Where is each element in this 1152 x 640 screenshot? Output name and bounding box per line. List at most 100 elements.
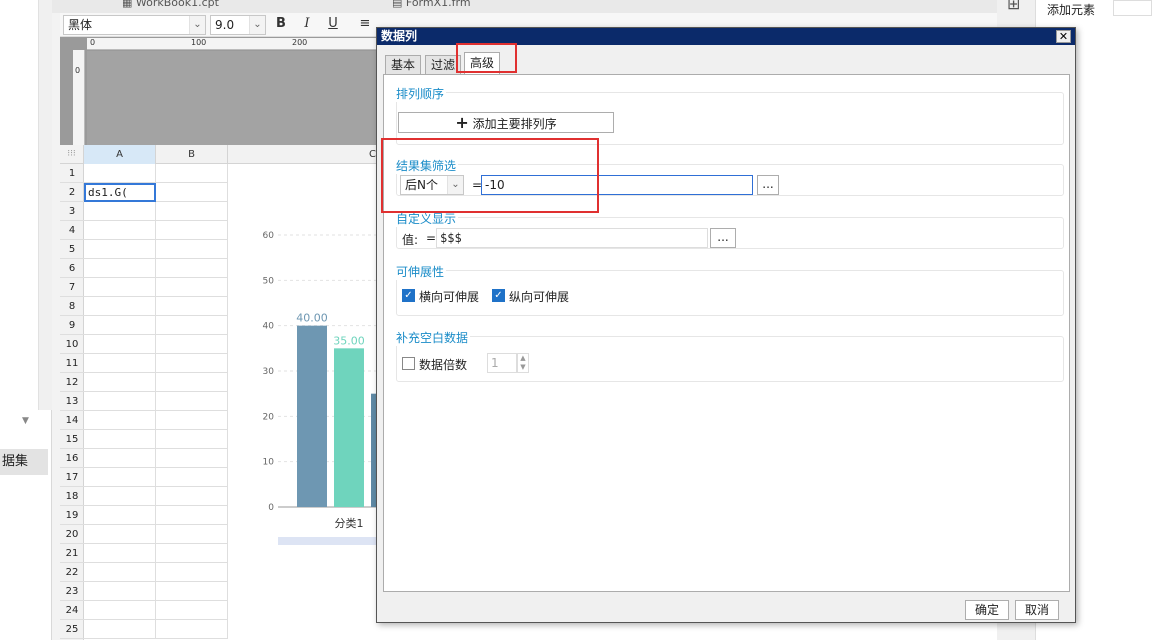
grid-cells[interactable] <box>84 164 228 640</box>
grid-cell[interactable] <box>156 373 228 392</box>
grid-cell[interactable] <box>84 278 156 297</box>
grid-cell[interactable] <box>156 316 228 335</box>
column-header-a[interactable]: A <box>84 145 156 164</box>
ok-button[interactable]: 确定 <box>965 600 1009 620</box>
underline-button[interactable]: U <box>324 15 342 33</box>
grid-cell[interactable] <box>156 449 228 468</box>
grid-cell[interactable] <box>84 297 156 316</box>
grid-cell[interactable] <box>84 164 156 183</box>
grid-cell[interactable] <box>156 202 228 221</box>
grid-cell[interactable] <box>156 392 228 411</box>
layout-grid-icon[interactable]: ⊞ <box>1007 0 1020 13</box>
italic-button[interactable]: I <box>298 15 316 33</box>
row-header-8[interactable]: 8 <box>60 297 84 316</box>
custom-value-input[interactable]: $$$ <box>436 228 708 248</box>
grid-cell[interactable] <box>84 468 156 487</box>
grid-cell[interactable] <box>156 582 228 601</box>
cancel-button[interactable]: 取消 <box>1015 600 1059 620</box>
grid-cell[interactable] <box>156 297 228 316</box>
row-header-18[interactable]: 18 <box>60 487 84 506</box>
grid-cell[interactable] <box>156 221 228 240</box>
row-header-3[interactable]: 3 <box>60 202 84 221</box>
custom-more-button[interactable]: ... <box>710 228 736 248</box>
font-family-select[interactable]: 黑体 ⌄ <box>63 15 206 35</box>
grid-cell[interactable] <box>84 620 156 639</box>
grid-cell[interactable] <box>84 582 156 601</box>
row-header-15[interactable]: 15 <box>60 430 84 449</box>
grid-cell[interactable] <box>84 487 156 506</box>
row-header-22[interactable]: 22 <box>60 563 84 582</box>
grid-cell[interactable] <box>84 259 156 278</box>
grid-cell[interactable] <box>84 316 156 335</box>
grid-cell[interactable] <box>84 601 156 620</box>
filter-more-button[interactable]: ... <box>757 175 779 195</box>
row-header-20[interactable]: 20 <box>60 525 84 544</box>
row-header-19[interactable]: 19 <box>60 506 84 525</box>
row-header-24[interactable]: 24 <box>60 601 84 620</box>
grid-cell[interactable] <box>156 240 228 259</box>
grid-cell[interactable] <box>156 544 228 563</box>
row-header-25[interactable]: 25 <box>60 620 84 639</box>
grid-cell[interactable] <box>84 525 156 544</box>
grid-cell[interactable] <box>84 335 156 354</box>
bar-chart[interactable]: 010203040506040.0035.002分类1 <box>228 165 378 555</box>
add-sort-button[interactable]: + 添加主要排列序 <box>398 112 614 133</box>
grid-cell[interactable] <box>84 392 156 411</box>
file-tab-workbook[interactable]: ▦ WorkBook1.cpt <box>122 0 219 12</box>
row-header-10[interactable]: 10 <box>60 335 84 354</box>
row-header-11[interactable]: 11 <box>60 354 84 373</box>
grid-cell[interactable] <box>156 259 228 278</box>
row-header-23[interactable]: 23 <box>60 582 84 601</box>
grid-cell[interactable] <box>84 221 156 240</box>
grid-cell[interactable] <box>156 601 228 620</box>
grid-cell[interactable] <box>84 544 156 563</box>
grid-cell[interactable] <box>84 411 156 430</box>
grid-cell[interactable] <box>156 183 228 202</box>
row-header-12[interactable]: 12 <box>60 373 84 392</box>
close-icon[interactable]: ✕ <box>1056 30 1071 43</box>
grid-cell[interactable] <box>156 278 228 297</box>
grid-cell[interactable] <box>156 506 228 525</box>
horizontal-expand-checkbox[interactable]: ✓ <box>402 289 415 302</box>
row-header-14[interactable]: 14 <box>60 411 84 430</box>
left-pane-scrollbar[interactable] <box>38 0 52 410</box>
row-header-16[interactable]: 16 <box>60 449 84 468</box>
grid-cell[interactable] <box>156 164 228 183</box>
data-multiple-checkbox[interactable] <box>402 357 415 370</box>
bold-button[interactable]: B <box>272 15 290 33</box>
vertical-expand-checkbox[interactable]: ✓ <box>492 289 505 302</box>
row-header-4[interactable]: 4 <box>60 221 84 240</box>
grid-cell[interactable] <box>156 468 228 487</box>
data-multiple-input[interactable]: 1 <box>487 353 517 373</box>
row-header-5[interactable]: 5 <box>60 240 84 259</box>
grid-cell[interactable] <box>84 240 156 259</box>
row-header-9[interactable]: 9 <box>60 316 84 335</box>
grid-cell[interactable] <box>156 563 228 582</box>
select-all-icon[interactable]: ⁝⁝⁝ <box>60 145 84 164</box>
tab-basic[interactable]: 基本 <box>385 55 422 75</box>
chevron-down-icon[interactable]: ▼ <box>22 416 29 426</box>
row-header-1[interactable]: 1 <box>60 164 84 183</box>
grid-cell[interactable] <box>84 354 156 373</box>
grid-cell[interactable] <box>156 620 228 639</box>
grid-cell[interactable] <box>84 449 156 468</box>
grid-cell[interactable] <box>84 506 156 525</box>
row-header-13[interactable]: 13 <box>60 392 84 411</box>
font-size-select[interactable]: 9.0 ⌄ <box>210 15 266 35</box>
grid-cell[interactable] <box>156 525 228 544</box>
row-header-7[interactable]: 7 <box>60 278 84 297</box>
column-header-b[interactable]: B <box>156 145 228 164</box>
align-left-icon[interactable]: ≡ <box>356 15 374 33</box>
grid-cell[interactable] <box>156 430 228 449</box>
grid-cell[interactable] <box>156 354 228 373</box>
grid-cell[interactable] <box>84 563 156 582</box>
row-header-21[interactable]: 21 <box>60 544 84 563</box>
grid-cell[interactable] <box>156 335 228 354</box>
cell-a2[interactable]: ds1.G( <box>84 183 156 202</box>
row-header-6[interactable]: 6 <box>60 259 84 278</box>
row-header-17[interactable]: 17 <box>60 468 84 487</box>
grid-cell[interactable] <box>156 411 228 430</box>
spinner-icon[interactable]: ▲ ▼ <box>517 353 529 373</box>
row-header-2[interactable]: 2 <box>60 183 84 202</box>
grid-cell[interactable] <box>84 202 156 221</box>
